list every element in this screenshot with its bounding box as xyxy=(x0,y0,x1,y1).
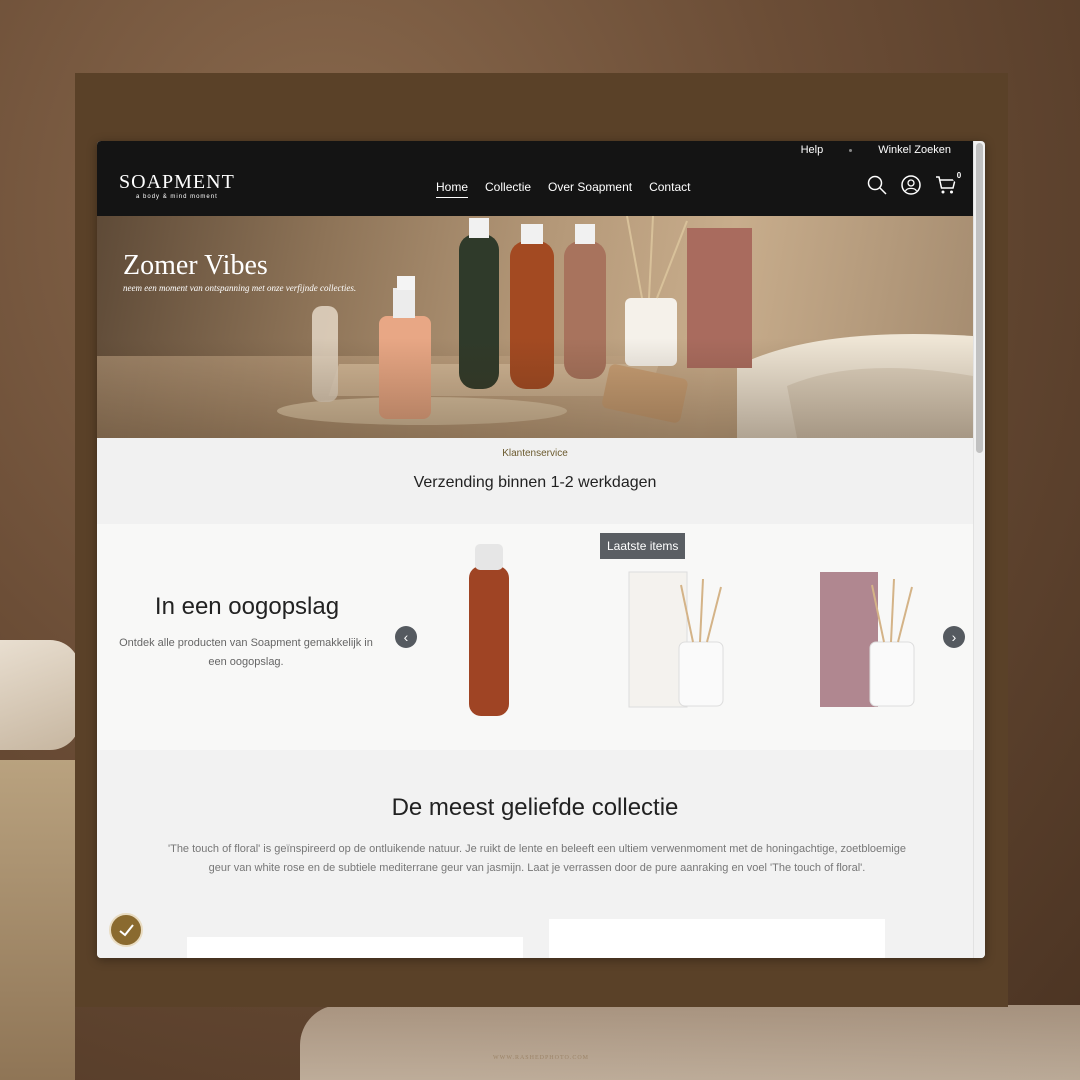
collection-title: De meest geliefde collectie xyxy=(391,794,679,821)
collection-text: 'The touch of floral' is geïnspireerd op… xyxy=(168,843,906,874)
account-icon[interactable] xyxy=(901,175,921,195)
hero-banner[interactable]: Zomer Vibes neem een moment van ontspann… xyxy=(97,216,973,438)
cookie-consent-icon[interactable] xyxy=(109,913,143,947)
product-carousel-section: In een oogopslag Ontdek alle producten v… xyxy=(97,524,973,750)
separator-dot xyxy=(849,148,853,152)
store-finder-link[interactable]: Winkel Zoeken xyxy=(878,144,951,156)
vertical-scrollbar[interactable] xyxy=(973,141,985,958)
browser-window: Help Winkel Zoeken SOAPMENT a body & min… xyxy=(97,141,985,958)
shipping-text: Verzending binnen 1-2 werkdagen xyxy=(413,474,657,491)
background-floor xyxy=(0,760,75,1080)
nav-contact[interactable]: Contact xyxy=(649,180,690,198)
background-towel xyxy=(0,640,80,750)
hero-title: Zomer Vibes xyxy=(123,250,268,281)
scrollbar-thumb[interactable] xyxy=(976,143,983,453)
section-title: In een oogopslag xyxy=(154,593,340,620)
search-icon[interactable] xyxy=(867,175,887,195)
carousel-next-button[interactable]: › xyxy=(943,626,965,648)
customer-service-label[interactable]: Klantenservice xyxy=(97,448,973,459)
product-sweet-floral[interactable] xyxy=(814,567,924,712)
help-link[interactable]: Help xyxy=(801,144,824,156)
nav-home[interactable]: Home xyxy=(436,180,469,198)
latest-items-badge[interactable]: Laatste items xyxy=(600,533,686,559)
nav-collectie[interactable]: Collectie xyxy=(485,180,531,198)
main-header: SOAPMENT a body & mind moment Home Colle… xyxy=(97,159,985,216)
cart-count-badge: 0 xyxy=(952,169,966,183)
background-towel-bottom xyxy=(300,1005,1080,1080)
carousel-prev-button[interactable]: ‹ xyxy=(395,626,417,648)
collection-card[interactable] xyxy=(549,919,885,958)
nav-over-soapment[interactable]: Over Soapment xyxy=(548,180,632,198)
collection-card[interactable] xyxy=(187,937,523,958)
main-nav: Home Collectie Over Soapment Contact xyxy=(436,180,690,198)
brand-name: SOAPMENT xyxy=(119,171,235,193)
product-the-odd[interactable] xyxy=(623,567,733,712)
hero-subtitle: neem een moment van ontspanning met onze… xyxy=(123,283,357,293)
cart-icon[interactable]: 0 xyxy=(935,169,966,195)
header-icons: 0 xyxy=(867,169,966,195)
photo-watermark: WWW.RASHEDPHOTO.COM xyxy=(493,1055,590,1061)
utility-bar: Help Winkel Zoeken xyxy=(97,141,985,159)
featured-collection-section: De meest geliefde collectie 'The touch o… xyxy=(97,750,973,958)
brand-logo[interactable]: SOAPMENT a body & mind moment xyxy=(119,171,235,200)
section-text: Ontdek alle producten van Soapment gemak… xyxy=(119,637,373,668)
brand-tagline: a body & mind moment xyxy=(136,194,218,200)
product-orange-notes[interactable] xyxy=(459,540,519,718)
shipping-banner: Klantenservice Verzending binnen 1-2 wer… xyxy=(97,438,973,524)
